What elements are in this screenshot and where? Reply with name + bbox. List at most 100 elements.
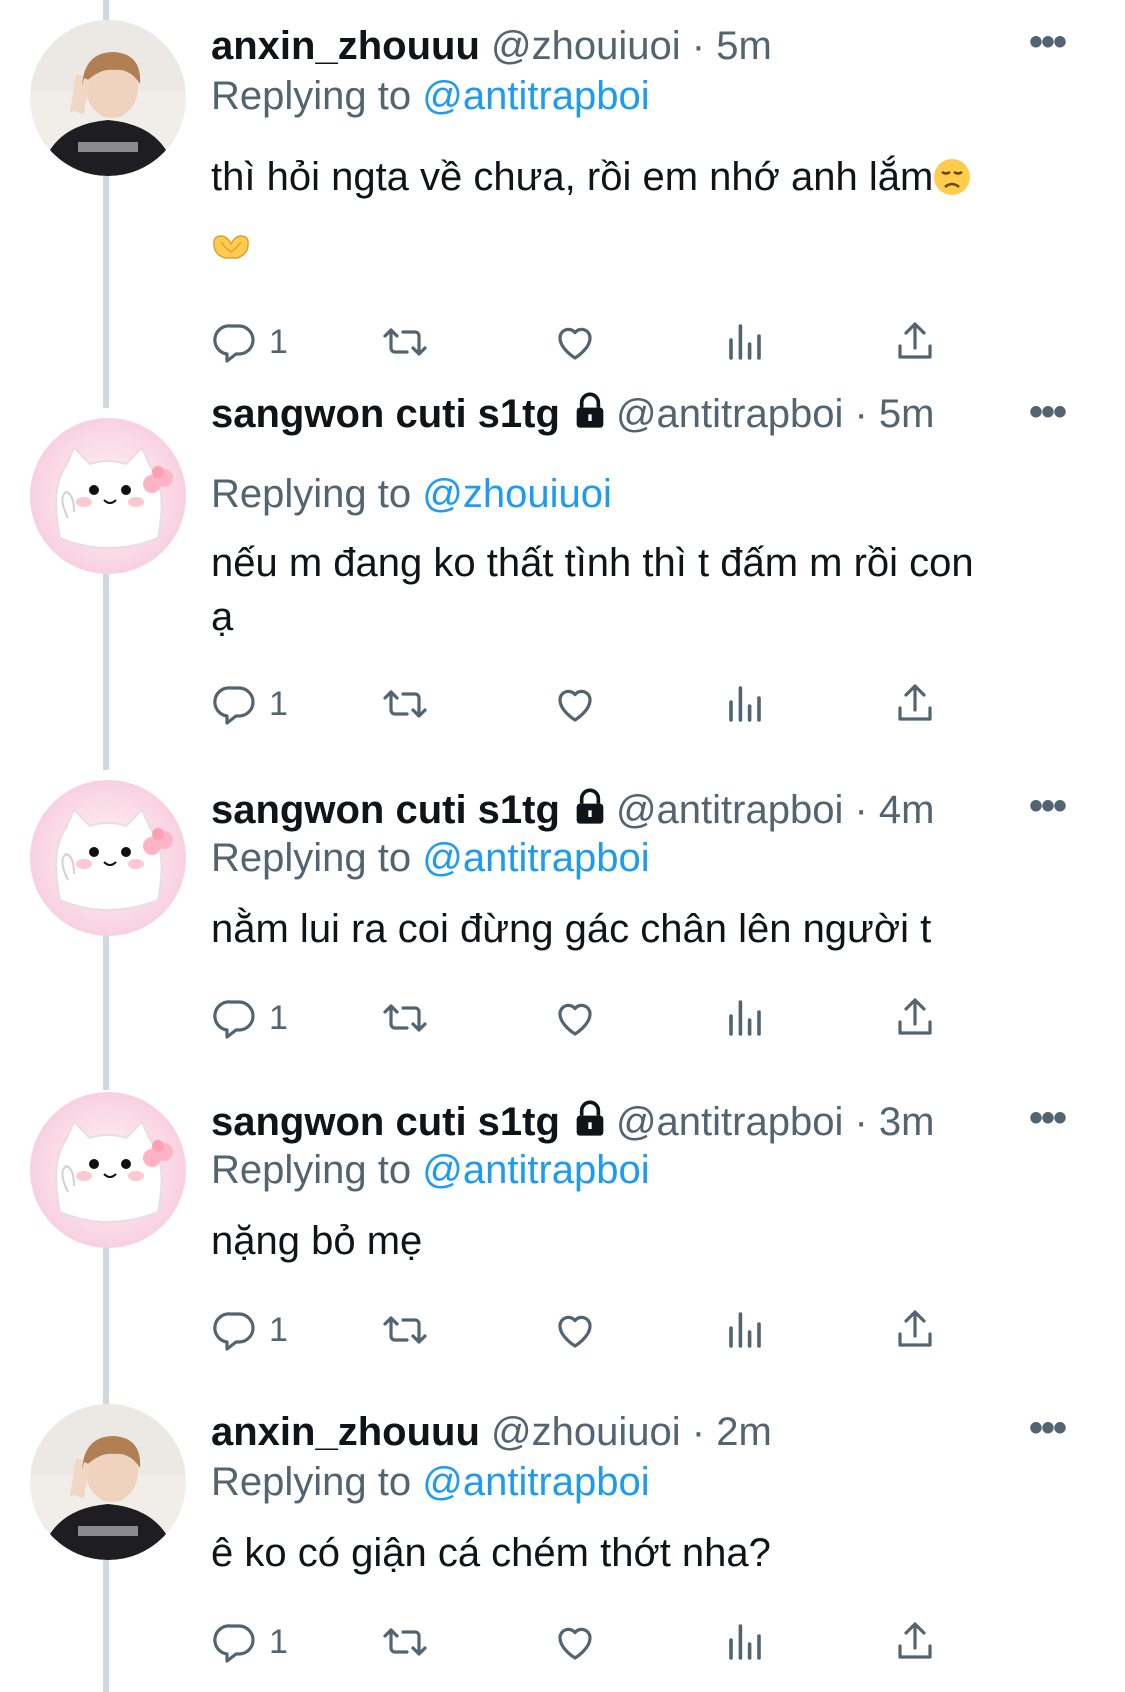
reply-count: 1: [269, 322, 288, 361]
reply-icon: [213, 1000, 255, 1039]
like-button[interactable]: [551, 994, 599, 1042]
share-button[interactable]: [891, 1306, 939, 1354]
avatar[interactable]: [30, 1092, 186, 1248]
reply-icon: [213, 1312, 255, 1351]
user-handle[interactable]: @zhouiuoi: [491, 24, 681, 68]
replying-label: Replying to: [211, 1460, 412, 1504]
tweet-text: nằm lui ra coi đừng gác chân lên người t: [211, 902, 1065, 956]
share-button[interactable]: [891, 1618, 939, 1666]
views-button[interactable]: [721, 1306, 769, 1354]
retweet-button[interactable]: [381, 994, 429, 1042]
mention-link[interactable]: @antitrapboi: [422, 1148, 649, 1192]
action-bar: 1: [211, 680, 1011, 728]
avatar[interactable]: [30, 780, 186, 936]
share-button[interactable]: [891, 994, 939, 1042]
replying-to: Replying to @antitrapboi: [211, 834, 650, 882]
display-name[interactable]: sangwon cuti s1tg: [211, 392, 560, 436]
lock-icon: [570, 1099, 610, 1150]
retweet-button[interactable]: [381, 680, 429, 728]
share-button[interactable]: [891, 318, 939, 366]
retweet-button[interactable]: [381, 318, 429, 366]
views-button[interactable]: [721, 680, 769, 728]
person-photo-avatar: [30, 1404, 186, 1560]
heart-icon: [558, 327, 592, 360]
analytics-icon: [729, 1000, 761, 1036]
user-handle[interactable]: @zhouiuoi: [491, 1410, 681, 1454]
analytics-icon: [729, 1624, 761, 1660]
reply-count: 1: [269, 1622, 288, 1661]
tweet-text: nặng bỏ mẹ: [211, 1214, 1065, 1268]
display-name[interactable]: sangwon cuti s1tg: [211, 1100, 560, 1144]
like-button[interactable]: [551, 1618, 599, 1666]
tweet-text: thì hỏi ngta về chưa, rồi em nhớ anh lắm: [211, 150, 1065, 276]
heart-icon: [558, 1315, 592, 1348]
mention-link[interactable]: @antitrapboi: [422, 1460, 649, 1504]
more-options-button[interactable]: •••: [1029, 1096, 1067, 1141]
user-handle[interactable]: @antitrapboi: [616, 1100, 843, 1144]
retweet-icon: [383, 1628, 427, 1656]
replying-to: Replying to @antitrapboi: [211, 1146, 650, 1194]
more-options-button[interactable]: •••: [1029, 20, 1067, 65]
reply-button[interactable]: 1: [211, 994, 288, 1042]
heart-icon: [558, 689, 592, 722]
like-button[interactable]: [551, 680, 599, 728]
separator: ·: [854, 392, 868, 436]
tweet-text: ê ko có giận cá chém thớt nha?: [211, 1526, 1065, 1580]
reply-button[interactable]: 1: [211, 680, 288, 728]
share-button[interactable]: [891, 680, 939, 728]
more-options-button[interactable]: •••: [1029, 784, 1067, 829]
tweet-text-content: ê ko có giận cá chém thớt nha?: [211, 1531, 771, 1575]
views-button[interactable]: [721, 318, 769, 366]
tweet-header: sangwon cuti s1tg @antitrapboi · 4m: [211, 786, 1005, 838]
tweet-header: anxin_zhouuu @zhouiuoi · 5m: [211, 22, 1005, 70]
mention-link[interactable]: @zhouiuoi: [422, 472, 612, 516]
separator: ·: [691, 1410, 706, 1454]
heart-icon: [558, 1003, 592, 1036]
retweet-button[interactable]: [381, 1618, 429, 1666]
more-options-button[interactable]: •••: [1029, 1406, 1067, 1451]
timestamp[interactable]: 5m: [716, 24, 772, 68]
mention-link[interactable]: @antitrapboi: [422, 74, 649, 118]
cat-sticker-avatar: [30, 780, 186, 936]
share-icon: [898, 1622, 932, 1659]
user-handle[interactable]: @antitrapboi: [616, 392, 843, 436]
tweet-text-content: thì hỏi ngta về chưa, rồi em nhớ anh lắm: [211, 155, 934, 199]
avatar[interactable]: [30, 1404, 186, 1560]
tweet-text-content: nằm lui ra coi đừng gác chân lên người t: [211, 907, 932, 951]
timestamp[interactable]: 2m: [716, 1410, 772, 1454]
lock-icon: [570, 787, 610, 838]
retweet-button[interactable]: [381, 1306, 429, 1354]
reply-button[interactable]: 1: [211, 1618, 288, 1666]
views-button[interactable]: [721, 994, 769, 1042]
display-name[interactable]: sangwon cuti s1tg: [211, 788, 560, 832]
more-options-button[interactable]: •••: [1029, 390, 1067, 435]
tweet-text: nếu m đang ko thất tình thì t đấm m rồi …: [211, 536, 1005, 644]
display-name[interactable]: anxin_zhouuu: [211, 24, 480, 68]
timestamp[interactable]: 3m: [879, 1100, 935, 1144]
user-handle[interactable]: @antitrapboi: [616, 788, 843, 832]
separator: ·: [854, 788, 868, 832]
thread-line: [103, 1560, 109, 1692]
action-bar: 1: [211, 994, 1011, 1042]
share-icon: [898, 1310, 932, 1347]
display-name[interactable]: anxin_zhouuu: [211, 1410, 480, 1454]
reply-button[interactable]: 1: [211, 318, 288, 366]
avatar[interactable]: [30, 20, 186, 176]
mention-link[interactable]: @antitrapboi: [422, 836, 649, 880]
retweet-icon: [383, 1316, 427, 1344]
thread-line: [103, 0, 109, 20]
reply-button[interactable]: 1: [211, 1306, 288, 1354]
like-button[interactable]: [551, 1306, 599, 1354]
like-button[interactable]: [551, 318, 599, 366]
reply-icon: [213, 324, 255, 363]
replying-label: Replying to: [211, 1148, 412, 1192]
timestamp[interactable]: 5m: [879, 392, 935, 436]
replying-to: Replying to @antitrapboi: [211, 1458, 650, 1506]
replying-to: Replying to @antitrapboi: [211, 72, 650, 120]
timestamp[interactable]: 4m: [879, 788, 935, 832]
cat-sticker-avatar: [30, 1092, 186, 1248]
thread-line: [103, 558, 109, 770]
reply-count: 1: [269, 1310, 288, 1349]
avatar[interactable]: [30, 418, 186, 574]
views-button[interactable]: [721, 1618, 769, 1666]
